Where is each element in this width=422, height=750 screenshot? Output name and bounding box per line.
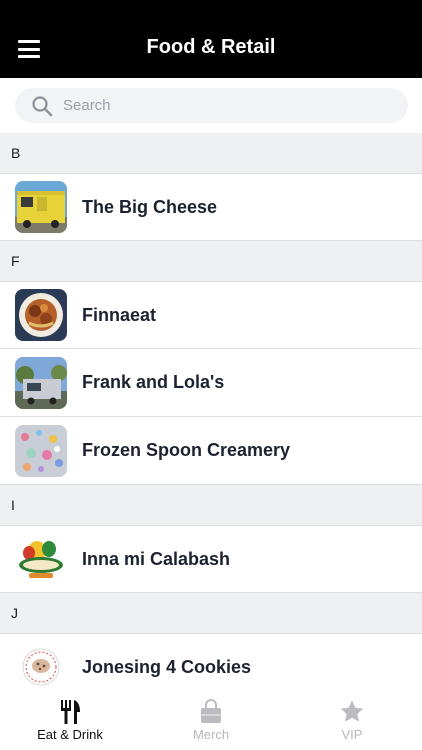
fork-knife-icon	[61, 700, 80, 724]
list-item[interactable]: Inna mi Calabash	[0, 525, 422, 593]
vendor-thumbnail	[15, 533, 67, 585]
app-header: Food & Retail	[0, 0, 422, 78]
section-header-i: I	[0, 485, 422, 525]
search-input[interactable]	[63, 88, 393, 123]
section-header-b: B	[0, 133, 422, 173]
vendor-thumbnail	[15, 424, 67, 477]
section-header-f: F	[0, 241, 422, 281]
tab-label: Merch	[192, 727, 230, 742]
section-header-j: J	[0, 593, 422, 633]
tab-label: VIP	[341, 727, 363, 742]
tab-vip[interactable]: VIP	[282, 693, 422, 750]
list-item[interactable]: Jonesing 4 Cookies	[0, 633, 422, 693]
vendor-name: The Big Cheese	[82, 196, 218, 217]
list-item[interactable]: Finnaeat	[0, 281, 422, 349]
vendor-thumbnail	[15, 289, 67, 341]
list-item[interactable]: Frozen Spoon Creamery	[0, 417, 422, 485]
page-title: Food & Retail	[146, 36, 276, 58]
search-box[interactable]	[15, 88, 408, 123]
vendor-name: Finnaeat	[82, 304, 157, 325]
star-icon	[340, 700, 364, 722]
tab-label: Eat & Drink	[37, 727, 103, 742]
shopping-bag-icon	[201, 699, 221, 723]
vendor-name: Frank and Lola's	[82, 372, 225, 392]
vendor-thumbnail	[15, 181, 67, 233]
vendor-name: Inna mi Calabash	[82, 548, 231, 569]
list-item[interactable]: Frank and Lola's	[0, 349, 422, 417]
tab-eat-and-drink[interactable]: Eat & Drink	[0, 693, 140, 750]
vendor-name: Jonesing 4 Cookies	[82, 656, 252, 677]
vendor-thumbnail	[15, 641, 67, 693]
vendor-name: Frozen Spoon Creamery	[82, 440, 291, 460]
bottom-tab-bar: Eat & Drink Merch VIP	[0, 693, 422, 750]
search-bar-container	[0, 78, 422, 133]
vendor-list: B The Big Cheese F Finnaeat Frank and Lo…	[0, 133, 422, 693]
tab-merch[interactable]: Merch	[141, 693, 281, 750]
list-item[interactable]: The Big Cheese	[0, 173, 422, 241]
search-icon	[32, 96, 53, 117]
vendor-thumbnail	[15, 356, 67, 409]
